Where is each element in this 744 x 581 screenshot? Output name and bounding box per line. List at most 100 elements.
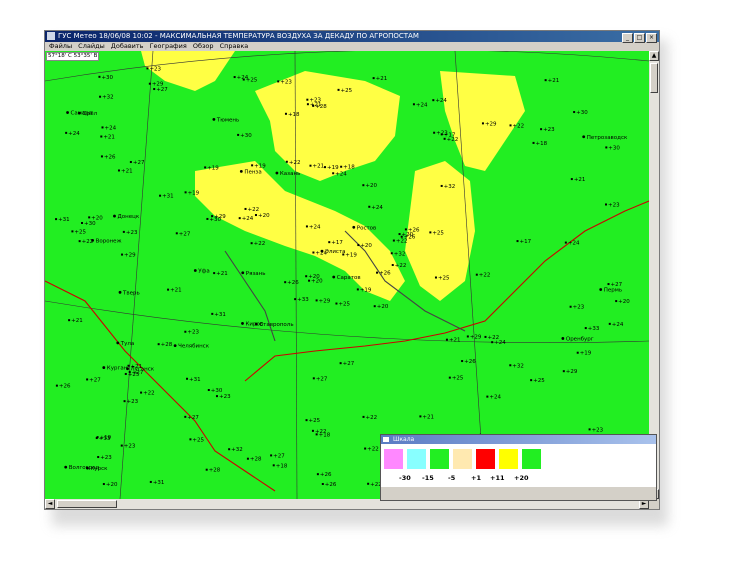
- scroll-left-arrow-icon[interactable]: ◄: [45, 499, 55, 509]
- station-value-label: +32: [231, 447, 243, 453]
- warm-zone-north-east: [440, 71, 525, 171]
- city-dot: [332, 275, 336, 279]
- station-point: [570, 178, 573, 181]
- vertical-scrollbar[interactable]: ▲ ▼: [649, 51, 659, 499]
- station-marker: +33: [584, 326, 600, 332]
- station-marker: +19: [204, 165, 219, 171]
- station-point: [184, 330, 187, 333]
- menu-add[interactable]: Добавить: [111, 42, 144, 50]
- station-marker: +20: [254, 213, 270, 219]
- station-marker: +22: [475, 273, 490, 279]
- station-point: [272, 464, 275, 467]
- station-value-label: +21: [103, 135, 115, 141]
- station-point: [153, 88, 156, 91]
- city-marker: Тверь: [118, 290, 140, 296]
- station-value-label: +18: [343, 165, 355, 171]
- station-value-label: +21: [422, 414, 434, 420]
- station-point: [398, 233, 401, 236]
- city-label: Оренбург: [566, 336, 594, 342]
- menu-geography[interactable]: География: [150, 42, 187, 50]
- station-point: [475, 273, 478, 276]
- station-marker: +27: [184, 415, 199, 421]
- station-marker: +23: [540, 127, 555, 133]
- station-value-label: +25: [338, 302, 350, 308]
- station-point: [562, 370, 565, 373]
- station-value-label: +23: [608, 202, 620, 208]
- map-canvas[interactable]: +25+21+20+19+22+23+24+18+17+26+27+29+30+…: [45, 51, 649, 499]
- station-point: [99, 95, 102, 98]
- station-point: [615, 300, 618, 303]
- title-bar[interactable]: ГУС Метео 18/06/08 10:02 - МАКСИМАЛЬНАЯ …: [45, 31, 659, 43]
- station-value-label: +20: [377, 304, 389, 310]
- station-value-label: +26: [408, 227, 420, 233]
- station-value-label: +23: [543, 127, 555, 133]
- station-marker: +24: [332, 171, 347, 177]
- scroll-up-arrow-icon[interactable]: ▲: [649, 51, 659, 61]
- station-point: [607, 283, 610, 286]
- station-marker: +25: [429, 230, 444, 236]
- station-marker: +31: [211, 312, 226, 318]
- station-marker: +31: [186, 377, 201, 383]
- station-point: [608, 322, 611, 325]
- station-marker: +27: [129, 160, 145, 166]
- station-marker: +25: [337, 88, 353, 94]
- city-marker: Луганск: [126, 367, 155, 373]
- station-marker: +26: [55, 384, 71, 390]
- menu-files[interactable]: Файлы: [49, 42, 72, 50]
- station-point: [186, 377, 189, 380]
- station-marker: +22: [244, 207, 260, 213]
- station-value-label: +21: [574, 177, 586, 183]
- station-marker: +29: [211, 214, 226, 220]
- station-point: [305, 419, 308, 422]
- menu-help[interactable]: Справка: [220, 42, 249, 50]
- station-value-label: +22: [289, 160, 301, 166]
- menu-overview[interactable]: Обзор: [193, 42, 214, 50]
- station-point: [95, 437, 98, 440]
- station-value-label: +22: [143, 391, 155, 397]
- station-value-label: +22: [248, 207, 260, 213]
- vertical-scroll-thumb[interactable]: [650, 63, 658, 93]
- station-value-label: +17: [520, 239, 532, 245]
- station-point: [340, 165, 343, 168]
- station-point: [129, 161, 132, 164]
- station-marker: +17: [328, 240, 343, 246]
- swatch-below-minus30: [384, 449, 403, 469]
- city-label: Ставрополь: [259, 322, 293, 328]
- horizontal-scroll-thumb[interactable]: [57, 500, 117, 508]
- city-dot: [113, 214, 116, 218]
- station-point: [390, 252, 393, 255]
- city-dot: [352, 225, 356, 229]
- station-marker: +32: [228, 447, 243, 453]
- station-value-label: +24: [335, 171, 347, 177]
- city-label: Самара: [71, 111, 93, 117]
- station-point: [481, 122, 484, 125]
- station-value-label: +29: [319, 298, 331, 304]
- station-value-label: +22: [513, 123, 525, 129]
- station-marker: +28: [246, 457, 262, 463]
- legend-title-bar[interactable]: Шкала: [381, 435, 656, 444]
- station-marker: +17: [516, 239, 532, 245]
- station-value-label: +24: [105, 125, 117, 131]
- weather-map[interactable]: +25 +21 +20 +19 +22 +23 +24 +18 +17 +26 +27 +29 +30 +…: [45, 51, 649, 499]
- station-marker: +26: [404, 227, 420, 233]
- city-marker: Донецк: [113, 214, 140, 220]
- station-value-label: +24: [494, 340, 506, 346]
- station-value-label: +27: [133, 160, 145, 166]
- swatch-minus15-minus5: [430, 449, 449, 469]
- station-value-label: +23: [127, 399, 139, 405]
- city-marker: Ставрополь: [254, 322, 294, 328]
- menu-slides[interactable]: Слайды: [78, 42, 105, 50]
- city-label: Воронеж: [96, 238, 122, 244]
- station-point: [246, 457, 249, 460]
- station-point: [332, 172, 335, 175]
- station-marker: +24: [432, 98, 447, 104]
- station-marker: +21: [445, 338, 461, 344]
- swatch-above-plus20: [522, 449, 541, 469]
- station-value-label: +28: [209, 468, 221, 474]
- station-value-label: +31: [189, 377, 201, 383]
- station-marker: +22: [362, 415, 377, 421]
- station-marker: +21: [167, 288, 182, 294]
- station-point: [429, 231, 432, 234]
- station-point: [339, 362, 342, 365]
- station-marker: +30: [237, 133, 252, 139]
